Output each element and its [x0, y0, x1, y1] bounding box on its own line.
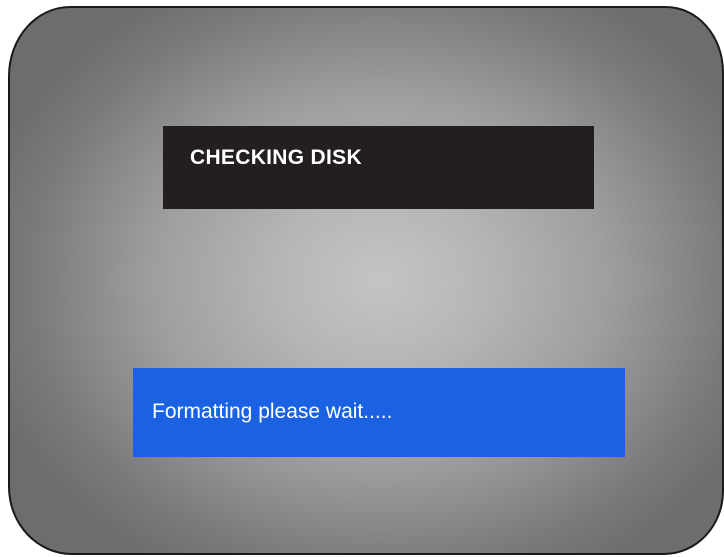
display-stage: CHECKING DISK Formatting please wait....… — [0, 0, 724, 557]
status-panel: Formatting please wait..... — [133, 368, 625, 457]
status-message: Formatting please wait..... — [152, 400, 393, 423]
tv-screen: CHECKING DISK Formatting please wait....… — [8, 6, 724, 555]
title-panel: CHECKING DISK — [163, 126, 594, 209]
dialog-title: CHECKING DISK — [190, 146, 362, 169]
